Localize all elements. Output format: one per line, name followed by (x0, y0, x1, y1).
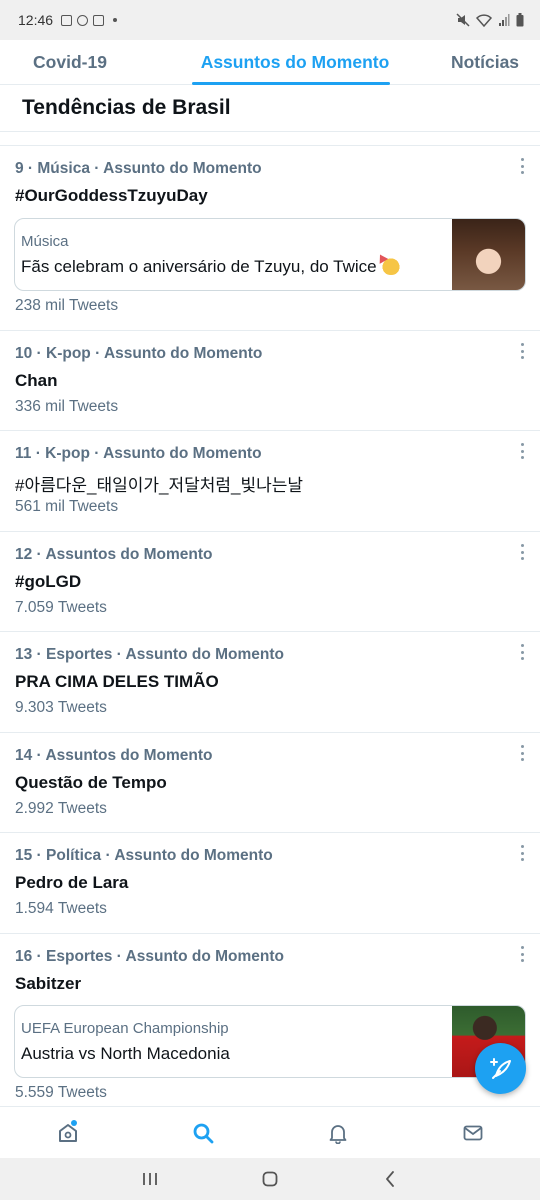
nav-notifications[interactable] (270, 1107, 405, 1158)
trend-name: Sabitzer (15, 974, 82, 993)
status-time: 12:46 (18, 12, 54, 28)
card-category: UEFA European Championship (21, 1020, 229, 1037)
card-title: Austria vs North Macedonia (21, 1044, 230, 1063)
card-category: Música (21, 233, 69, 250)
trend-name: PRA CIMA DELES TIMÃO (15, 672, 219, 691)
trend-meta: 12 · Assuntos do Momento (15, 546, 213, 563)
section-title: Tendências de Brasil (22, 96, 231, 119)
nav-home[interactable] (0, 1107, 135, 1158)
explore-tabs: Covid-19 Assuntos do Momento Notícias (0, 40, 540, 85)
back-icon (386, 1171, 394, 1187)
nav-search[interactable] (135, 1107, 270, 1158)
home-square-icon (262, 1171, 278, 1187)
trend-item[interactable]: 14 · Assuntos do Momento Questão de Temp… (0, 733, 540, 833)
compose-tweet-button[interactable] (475, 1043, 526, 1094)
more-options-icon[interactable] (518, 946, 526, 962)
trend-name: Chan (15, 371, 58, 390)
recent-apps-button[interactable] (130, 1164, 170, 1194)
tweet-count: 9.303 Tweets (15, 699, 107, 716)
trend-meta: 10 · K-pop · Assunto do Momento (15, 345, 263, 362)
more-options-icon[interactable] (518, 443, 526, 459)
trend-item[interactable]: 12 · Assuntos do Momento #goLGD 7.059 Tw… (0, 532, 540, 632)
trend-name: #아름다운_태일이가_저달처럼_빛나는날 (15, 476, 304, 495)
nav-messages[interactable] (405, 1107, 540, 1158)
trend-meta: 14 · Assuntos do Momento (15, 747, 213, 764)
trend-item[interactable]: 16 · Esportes · Assunto do Momento Sabit… (0, 934, 540, 1106)
tab-assuntos-do-momento[interactable]: Assuntos do Momento (190, 40, 400, 85)
trend-item[interactable]: 11 · K-pop · Assunto do Momento #아름다운_태일… (0, 431, 540, 532)
signal-icon (499, 14, 510, 26)
trend-meta: 9 · Música · Assunto do Momento (15, 160, 262, 177)
trend-meta: 13 · Esportes · Assunto do Momento (15, 646, 284, 663)
compose-icon (489, 1057, 511, 1079)
more-options-icon[interactable] (518, 158, 526, 174)
twitch-icon (93, 14, 105, 26)
more-options-icon[interactable] (518, 343, 526, 359)
mute-icon (456, 13, 470, 27)
tweet-count: 238 mil Tweets (15, 297, 119, 314)
search-icon (193, 1123, 213, 1143)
trend-name: #goLGD (15, 572, 82, 591)
partying-face-icon (380, 257, 401, 275)
trend-meta: 15 · Política · Assunto do Momento (15, 847, 273, 864)
trend-meta: 11 · K-pop · Assunto do Momento (15, 445, 262, 462)
tweet-count: 561 mil Tweets (15, 498, 119, 515)
twitch-icon (61, 14, 73, 26)
trend-name: Pedro de Lara (15, 873, 129, 892)
messages-icon (463, 1125, 482, 1140)
back-button[interactable] (370, 1164, 410, 1194)
trend-item[interactable]: 13 · Esportes · Assunto do Momento PRA C… (0, 632, 540, 733)
more-options-icon[interactable] (518, 544, 526, 560)
tab-covid-19[interactable]: Covid-19 (0, 40, 190, 85)
system-nav-bar (0, 1158, 540, 1200)
tweet-count: 5.559 Tweets (15, 1084, 107, 1101)
trend-meta: 16 · Esportes · Assunto do Momento (15, 948, 284, 965)
trend-news-card[interactable]: UEFA European Championship Austria vs No… (14, 1005, 526, 1078)
tweet-count: 1.594 Tweets (15, 900, 107, 917)
home-button[interactable] (250, 1164, 290, 1194)
tweet-count: 2.992 Tweets (15, 800, 107, 817)
recent-apps-icon (143, 1173, 157, 1185)
trend-news-card[interactable]: Música Fãs celebram o aniversário de Tzu… (14, 218, 526, 291)
status-right (456, 13, 524, 27)
notifications-icon (329, 1124, 346, 1144)
bottom-nav (0, 1106, 540, 1158)
tweet-count: 336 mil Tweets (15, 398, 119, 415)
trend-name: Questão de Tempo (15, 773, 167, 792)
battery-icon (516, 13, 524, 27)
more-options-icon[interactable] (518, 745, 526, 761)
wifi-icon (476, 14, 492, 27)
trend-item[interactable]: 9 · Música · Assunto do Momento #OurGodd… (0, 146, 540, 331)
tab-noticias[interactable]: Notícias (400, 40, 540, 85)
tweet-count: 7.059 Tweets (15, 599, 107, 616)
card-thumbnail (452, 219, 525, 290)
trend-item[interactable]: 10 · K-pop · Assunto do Momento Chan 336… (0, 331, 540, 431)
unread-dot (71, 1120, 77, 1126)
status-left: 12:46 (18, 12, 118, 28)
trend-name: #OurGoddessTzuyuDay (15, 186, 208, 205)
whatsapp-icon (77, 14, 89, 26)
section-header: Tendências de Brasil (0, 85, 540, 132)
status-bar: 12:46 (0, 0, 540, 40)
more-options-icon[interactable] (518, 845, 526, 861)
more-options-icon[interactable] (518, 644, 526, 660)
divider (0, 132, 540, 146)
trend-item[interactable]: 15 · Política · Assunto do Momento Pedro… (0, 833, 540, 934)
more-notifications-icon (113, 18, 118, 22)
card-title: Fãs celebram o aniversário de Tzuyu, do … (21, 257, 401, 277)
